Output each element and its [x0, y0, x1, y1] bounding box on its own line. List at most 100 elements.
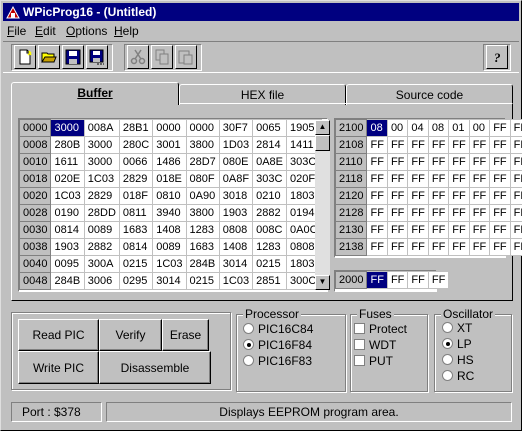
scroll-thumb[interactable]: [315, 135, 330, 151]
eeprom-cell[interactable]: FF: [509, 238, 522, 256]
program-memory-cell[interactable]: 3006: [83, 272, 120, 290]
eeprom-cell[interactable]: FF: [427, 238, 450, 256]
program-memory-cell[interactable]: 1408: [218, 238, 254, 256]
title-bar[interactable]: WPicProg16 - (Untitled): [3, 3, 519, 21]
program-memory-cell[interactable]: 0295: [118, 272, 154, 290]
copy-button[interactable]: [151, 45, 173, 69]
program-memory-cell[interactable]: 3014: [152, 272, 187, 290]
menu-options[interactable]: Options: [66, 24, 107, 38]
program-memory-cell[interactable]: 018E: [152, 170, 187, 188]
program-memory-cell[interactable]: 0089: [152, 238, 187, 256]
program-memory-cell[interactable]: 1683: [185, 238, 220, 256]
tab-source-code[interactable]: Source code: [346, 84, 513, 105]
help-button[interactable]: ?: [486, 45, 508, 69]
config-word-cell[interactable]: FF: [427, 271, 450, 289]
radio-hs[interactable]: [442, 354, 453, 365]
eeprom-cell[interactable]: FF: [468, 221, 491, 239]
program-memory-cell[interactable]: 080F: [185, 170, 220, 188]
radio-xt[interactable]: [442, 322, 453, 333]
eeprom-cell[interactable]: FF: [468, 187, 491, 205]
program-memory-cell[interactable]: 1C03: [50, 187, 85, 205]
program-memory-cell[interactable]: 0000: [185, 119, 220, 137]
eeprom-cell[interactable]: FF: [509, 204, 522, 222]
eeprom-cell[interactable]: FF: [366, 170, 388, 188]
menu-help[interactable]: Help: [114, 24, 139, 38]
eeprom-cell[interactable]: FF: [386, 187, 409, 205]
program-memory-cell[interactable]: 0A8F: [218, 170, 254, 188]
verify-button[interactable]: Verify: [99, 319, 162, 351]
eeprom-cell[interactable]: FF: [509, 170, 522, 188]
read-pic-button[interactable]: Read PIC: [18, 319, 99, 351]
eeprom-cell[interactable]: FF: [386, 204, 409, 222]
program-memory-cell[interactable]: 0215: [185, 272, 220, 290]
save-button[interactable]: [62, 45, 84, 69]
erase-button[interactable]: Erase: [162, 319, 209, 351]
tab-buffer[interactable]: Buffer: [11, 82, 179, 105]
eeprom-cell[interactable]: FF: [366, 136, 388, 154]
eeprom-cell[interactable]: FF: [427, 187, 450, 205]
eeprom-cell[interactable]: FF: [489, 153, 511, 171]
program-memory-cell[interactable]: 2814: [252, 136, 288, 154]
program-memory-cell[interactable]: 300A: [83, 255, 120, 273]
program-memory-cell[interactable]: 28DD: [83, 204, 120, 222]
program-memory-cell[interactable]: 008A: [83, 119, 120, 137]
oscillator-option-xt[interactable]: XT: [442, 321, 472, 335]
eeprom-cell[interactable]: FF: [366, 204, 388, 222]
program-memory-cell[interactable]: 1408: [152, 221, 187, 239]
program-memory-cell[interactable]: 1D03: [218, 136, 254, 154]
eeprom-cell[interactable]: FF: [366, 221, 388, 239]
eeprom-cell[interactable]: FF: [407, 204, 429, 222]
program-memory-cell[interactable]: 3800: [185, 204, 220, 222]
oscillator-option-lp[interactable]: LP: [442, 337, 472, 351]
eeprom-cell[interactable]: FF: [386, 221, 409, 239]
eeprom-cell[interactable]: 00: [468, 119, 491, 137]
eeprom-cell[interactable]: FF: [386, 238, 409, 256]
eeprom-cell[interactable]: FF: [427, 170, 450, 188]
program-memory-cell[interactable]: 284B: [185, 255, 220, 273]
write-pic-button[interactable]: Write PIC: [18, 351, 99, 384]
program-memory-cell[interactable]: 0210: [252, 187, 288, 205]
app-icon[interactable]: [6, 5, 20, 19]
program-memory-cell[interactable]: 1C03: [83, 170, 120, 188]
program-memory-cell[interactable]: 3001: [152, 136, 187, 154]
program-memory-cell[interactable]: 1C03: [218, 272, 254, 290]
program-memory-cell[interactable]: 28D7: [185, 153, 220, 171]
program-memory-cell[interactable]: 2882: [83, 238, 120, 256]
eeprom-cell[interactable]: FF: [489, 119, 511, 137]
program-memory-cell[interactable]: 3018: [218, 187, 254, 205]
program-memory-cell[interactable]: 280C: [118, 136, 154, 154]
eeprom-cell[interactable]: FF: [509, 153, 522, 171]
program-memory-cell[interactable]: 0190: [50, 204, 85, 222]
eeprom-cell[interactable]: FF: [407, 221, 429, 239]
eeprom-cell[interactable]: FF: [427, 153, 450, 171]
program-memory-cell[interactable]: 3000: [50, 119, 85, 137]
radio-pic16c84[interactable]: [243, 323, 254, 334]
eeprom-cell[interactable]: FF: [386, 153, 409, 171]
program-memory-cell[interactable]: 1486: [152, 153, 187, 171]
eeprom-cell[interactable]: FF: [509, 119, 522, 137]
eeprom-cell[interactable]: FF: [448, 153, 470, 171]
eeprom-cell[interactable]: 00: [386, 119, 409, 137]
program-memory-cell[interactable]: 1283: [252, 238, 288, 256]
eeprom-cell[interactable]: FF: [386, 136, 409, 154]
processor-option-pic16f83[interactable]: PIC16F83: [243, 354, 312, 368]
eeprom-cell[interactable]: FF: [468, 170, 491, 188]
processor-option-pic16f84[interactable]: PIC16F84: [243, 338, 312, 352]
program-memory-cell[interactable]: 0811: [118, 204, 154, 222]
program-memory-cell[interactable]: 3014: [218, 255, 254, 273]
program-memory-cell[interactable]: 28B1: [118, 119, 154, 137]
program-memory-cell[interactable]: 0A90: [185, 187, 220, 205]
program-memory-cell[interactable]: 0095: [50, 255, 85, 273]
eeprom-cell[interactable]: FF: [489, 136, 511, 154]
program-memory-cell[interactable]: 2829: [118, 170, 154, 188]
eeprom-cell[interactable]: FF: [489, 221, 511, 239]
paste-button[interactable]: [175, 45, 197, 69]
program-memory-cell[interactable]: 3000: [83, 136, 120, 154]
program-memory-cell[interactable]: 0089: [83, 221, 120, 239]
fuse-option-wdt[interactable]: WDT: [354, 338, 396, 352]
program-memory-cell[interactable]: 284B: [50, 272, 85, 290]
processor-option-pic16c84[interactable]: PIC16C84: [243, 322, 313, 336]
program-memory-grid[interactable]: 0000 3000 008A 28B1 0000 0000 30F7 0065 1905 0008…: [18, 118, 328, 292]
program-memory-cell[interactable]: 3800: [185, 136, 220, 154]
menu-edit[interactable]: Edit: [35, 24, 56, 38]
